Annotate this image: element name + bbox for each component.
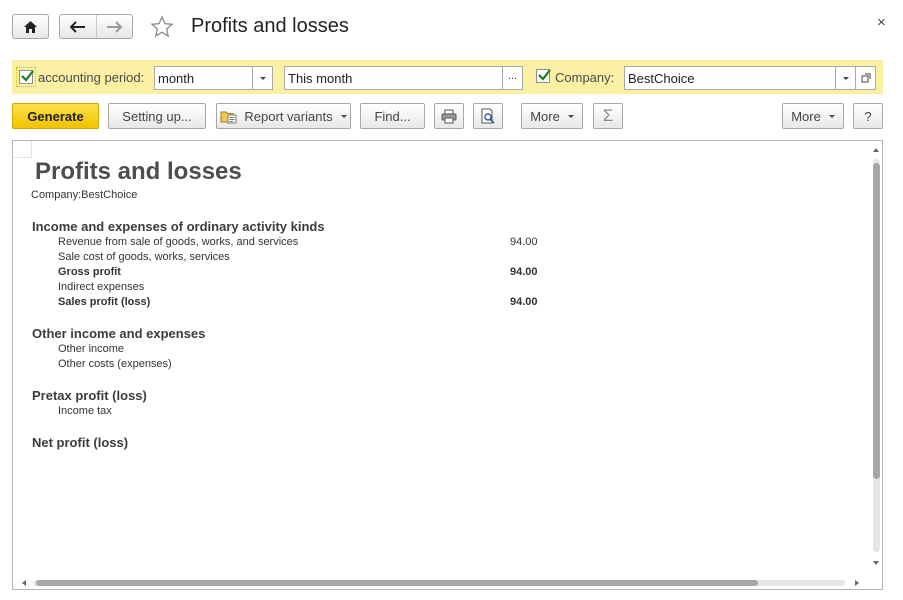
page-title: Profits and losses (191, 15, 349, 37)
close-icon[interactable]: × (877, 14, 886, 31)
more-label: More (530, 108, 560, 124)
form-more-button[interactable]: More (782, 103, 844, 129)
report-line: Gross profit (58, 266, 121, 278)
back-button[interactable] (60, 15, 96, 38)
period-type-field[interactable]: month (154, 66, 253, 90)
report-amount: 94.00 (510, 266, 538, 278)
section-heading: Pretax profit (loss) (32, 388, 147, 403)
period-select-button[interactable]: ... (502, 66, 523, 90)
print-preview-icon (481, 108, 495, 124)
help-button[interactable]: ? (853, 103, 883, 129)
horizontal-scrollbar[interactable] (13, 575, 870, 589)
chevron-down-icon (842, 76, 849, 80)
home-button[interactable] (12, 14, 49, 39)
chevron-down-icon (259, 76, 266, 80)
company-open-button[interactable] (855, 66, 876, 90)
chevron-down-icon (340, 114, 347, 118)
company-checkbox[interactable] (536, 69, 551, 83)
section-heading: Income and expenses of ordinary activity… (32, 219, 325, 234)
folder-icon (220, 111, 237, 123)
chevron-down-icon (828, 114, 835, 118)
scroll-down-icon[interactable] (873, 561, 879, 565)
sum-button[interactable]: Σ (593, 103, 623, 129)
command-bar: Generate Setting up... Report variants F… (0, 103, 903, 131)
home-icon (24, 20, 37, 33)
report-line: Sale cost of goods, works, services (58, 251, 230, 263)
back-forward-group (59, 14, 133, 39)
open-window-icon (861, 73, 870, 83)
period-value-field[interactable]: This month (284, 66, 503, 90)
title-bar: Profits and losses × (0, 0, 903, 56)
report-line: Income tax (58, 405, 112, 417)
arrow-right-icon (107, 20, 123, 33)
report-variants-button[interactable]: Report variants (216, 103, 351, 129)
chevron-down-icon (567, 114, 574, 118)
check-icon (21, 70, 34, 82)
period-type-dropdown[interactable] (252, 66, 273, 90)
scroll-thumb[interactable] (873, 163, 880, 479)
scroll-right-icon[interactable] (855, 580, 859, 586)
more-menu-button[interactable]: More (521, 103, 583, 129)
company-field[interactable]: BestChoice (624, 66, 836, 90)
setting-up-button[interactable]: Setting up... (108, 103, 206, 129)
grid-corner-cell (13, 141, 32, 158)
report-line: Sales profit (loss) (58, 296, 151, 308)
printer-icon (441, 109, 457, 123)
find-button[interactable]: Find... (360, 103, 425, 129)
report-line: Other income (58, 343, 125, 355)
report-document[interactable]: Profits and losses Company:BestChoice In… (12, 140, 883, 590)
forward-button[interactable] (95, 15, 133, 38)
report-title: Profits and losses (35, 158, 242, 185)
check-icon (538, 69, 551, 81)
period-label: accounting period: (38, 70, 145, 85)
filter-bar: accounting period: month This month ... … (12, 60, 883, 94)
preview-button[interactable] (473, 103, 503, 129)
scroll-left-icon[interactable] (22, 580, 26, 586)
section-heading: Net profit (loss) (32, 435, 129, 450)
vertical-scrollbar[interactable] (870, 141, 882, 575)
more-label: More (791, 108, 821, 124)
star-icon[interactable] (150, 15, 174, 39)
print-button[interactable] (434, 103, 464, 129)
report-amount: 94.00 (510, 296, 538, 308)
scroll-up-icon[interactable] (873, 148, 879, 152)
period-checkbox[interactable] (16, 67, 36, 87)
company-dropdown[interactable] (835, 66, 856, 90)
report-line: Indirect expenses (58, 281, 145, 293)
report-company: Company:BestChoice (31, 189, 138, 201)
arrow-left-icon (69, 20, 85, 33)
report-line: Revenue from sale of goods, works, and s… (58, 236, 299, 248)
generate-button[interactable]: Generate (12, 103, 99, 129)
company-label: Company: (555, 70, 615, 85)
report-variants-label: Report variants (244, 108, 333, 124)
report-line: Other costs (expenses) (58, 358, 172, 370)
section-heading: Other income and expenses (32, 326, 206, 341)
scroll-thumb[interactable] (36, 580, 758, 586)
report-amount: 94.00 (510, 236, 538, 248)
